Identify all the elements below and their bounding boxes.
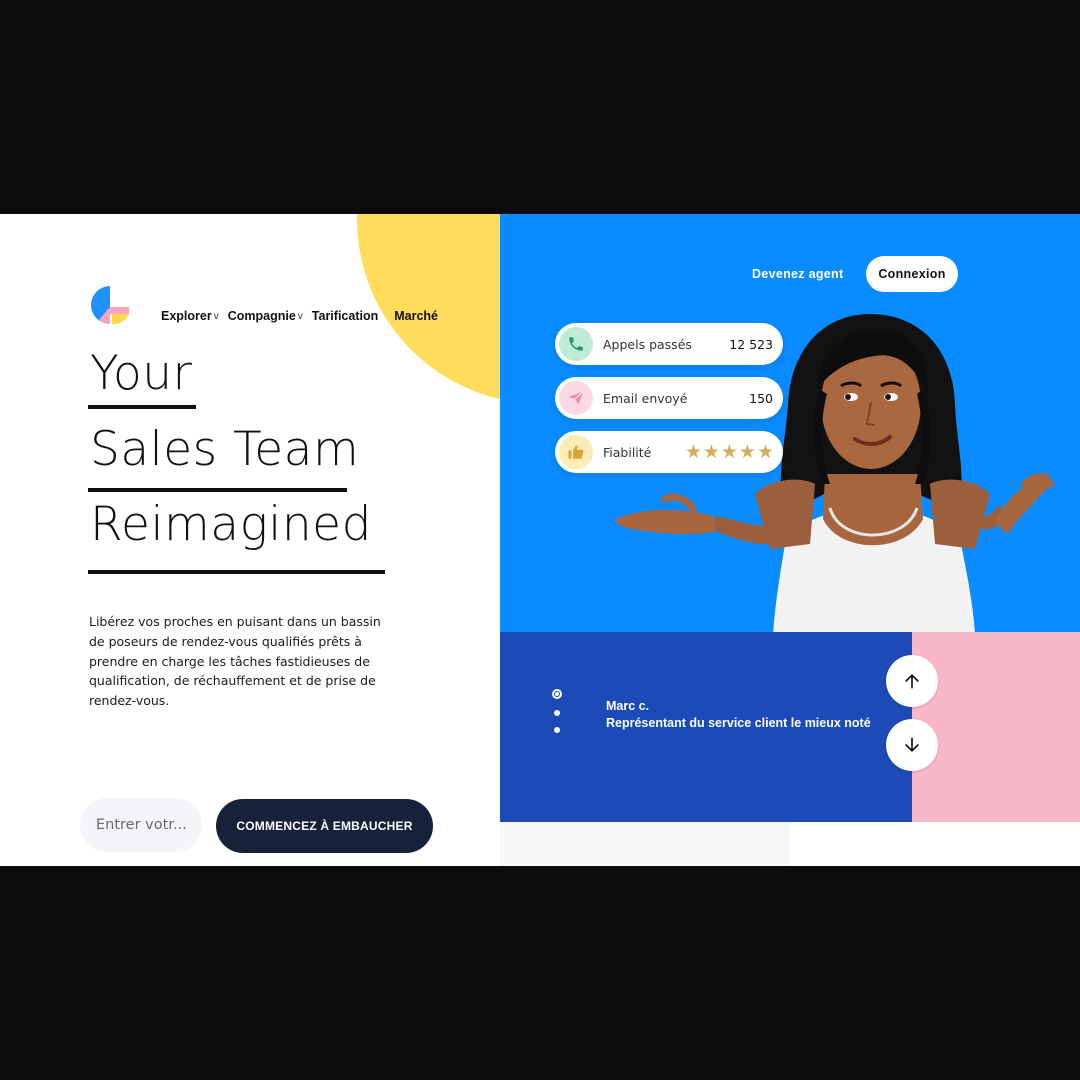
nav-item-label: Marché	[394, 309, 439, 323]
start-hiring-button[interactable]: COMMENCEZ À EMBAUCHER	[216, 799, 433, 853]
nav-item-explorer[interactable]: Explorer v	[161, 309, 219, 323]
left-panel: Explorer v Compagnie v Tarification Marc…	[0, 214, 500, 866]
hero-underline-3	[88, 570, 385, 574]
rating-stars: ★★★★★	[684, 441, 775, 463]
stat-value: 150	[749, 390, 773, 406]
reviewer-role: Représentant du service client le mieux …	[606, 716, 871, 730]
nav-item-marche[interactable]: Marché	[394, 309, 438, 323]
stat-label: Fiabilité	[603, 444, 652, 460]
become-agent-link[interactable]: Devenez agent	[752, 267, 843, 281]
hero-underline-1	[88, 405, 196, 409]
stat-card-emails: Email envoyé 150	[555, 377, 783, 419]
slide-dot-active[interactable]	[552, 689, 562, 699]
stat-label: Appels passés	[603, 336, 692, 352]
slide-indicator	[552, 689, 562, 744]
slide-dot[interactable]	[554, 710, 560, 716]
decorative-pink-block	[912, 632, 1080, 822]
login-button[interactable]: Connexion	[866, 256, 958, 292]
hero-underline-2	[88, 488, 347, 492]
main-nav: Explorer v Compagnie v Tarification Marc…	[161, 309, 447, 323]
next-slide-button[interactable]	[886, 719, 938, 771]
review-panel: Marc c. Représentant du service client l…	[500, 632, 912, 822]
hero-visual-panel: Devenez agent Connexion Appels passés 12…	[500, 214, 1080, 632]
email-input[interactable]	[80, 798, 202, 852]
thumbs-up-icon	[559, 435, 593, 469]
nav-item-label: Tarification	[311, 309, 379, 323]
chevron-down-icon: v	[213, 310, 219, 322]
footer-strip	[500, 822, 790, 866]
hero-description: Libérez vos proches en puisant dans un b…	[89, 614, 381, 709]
reviewer-name: Marc c.	[606, 699, 650, 713]
nav-item-label: Compagnie	[227, 309, 296, 323]
stat-card-calls: Appels passés 12 523	[555, 323, 783, 365]
nav-item-label: Explorer	[161, 309, 212, 323]
slide-dot[interactable]	[554, 727, 560, 733]
hero-title-line-3: Reimagined	[90, 497, 372, 552]
arrow-up-icon	[905, 674, 919, 689]
paper-plane-icon	[559, 381, 593, 415]
stat-label: Email envoyé	[603, 390, 688, 406]
stat-value: 12 523	[729, 336, 773, 352]
nav-item-tarification[interactable]: Tarification	[312, 309, 378, 323]
landing-page: Explorer v Compagnie v Tarification Marc…	[0, 214, 1080, 866]
hero-title-line-2: Sales Team	[90, 422, 360, 477]
brand-logo-icon[interactable]	[89, 284, 131, 332]
stat-card-reliability: Fiabilité ★★★★★	[555, 431, 783, 473]
nav-item-compagnie[interactable]: Compagnie v	[228, 309, 303, 323]
arrow-down-icon	[905, 737, 919, 752]
previous-slide-button[interactable]	[886, 655, 938, 707]
phone-icon	[559, 327, 593, 361]
hero-title-line-1: Your	[90, 346, 193, 401]
chevron-down-icon: v	[297, 310, 303, 322]
